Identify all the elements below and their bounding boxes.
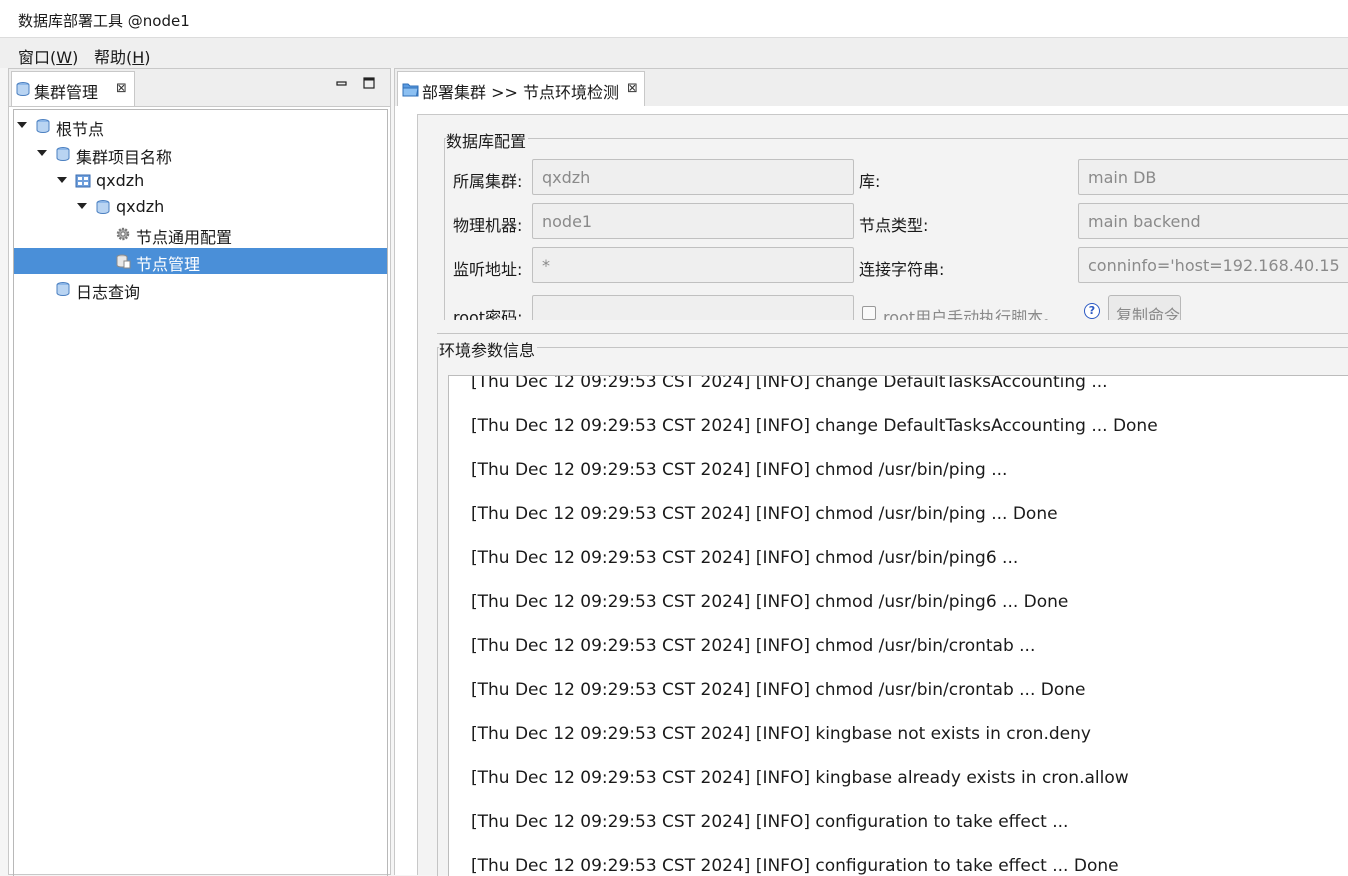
listen-address-field[interactable]: *	[532, 247, 854, 283]
group-border	[444, 138, 1348, 139]
machine-field[interactable]: node1	[532, 203, 854, 239]
tree-node-label: 集群项目名称	[76, 148, 173, 167]
lib-label: 库:	[859, 172, 881, 191]
menu-window[interactable]: 窗口(W)	[18, 44, 78, 68]
conn-string-label: 连接字符串:	[859, 260, 945, 279]
log-line: [Thu Dec 12 09:29:53 CST 2024] [INFO] ch…	[471, 680, 1086, 700]
menu-help-suffix: )	[144, 48, 151, 67]
env-check-form: 数据库配置 所属集群: qxdzh 库: main DB 物理机器: node1…	[417, 114, 1348, 876]
folder-icon	[402, 83, 419, 97]
menu-window-mnemonic: W	[56, 48, 73, 67]
node-type-field[interactable]: main backend	[1078, 203, 1348, 239]
tree-node-log-query[interactable]: 日志查询	[14, 276, 387, 302]
group-border	[444, 138, 445, 320]
tree-node-label: 节点管理	[136, 255, 201, 274]
menu-bar: 窗口(W) 帮助(H)	[0, 38, 1348, 68]
tree-node-label: qxdzh	[116, 197, 165, 216]
root-script-checkbox[interactable]	[862, 306, 876, 320]
log-line: [Thu Dec 12 09:29:53 CST 2024] [INFO] ch…	[471, 548, 1019, 568]
db-config-title: 数据库配置	[446, 128, 529, 152]
tree-node-project[interactable]: 集群项目名称	[14, 141, 387, 167]
env-info-title: 环境参数信息	[439, 337, 538, 361]
log-line: [Thu Dec 12 09:29:53 CST 2024] [INFO] ch…	[471, 416, 1158, 436]
expand-toggle-icon[interactable]	[77, 203, 87, 209]
log-line: [Thu Dec 12 09:29:53 CST 2024] [INFO] ch…	[471, 636, 1036, 656]
node-icon	[116, 254, 131, 269]
editor-panel: 数据库配置 所属集群: qxdzh 库: main DB 物理机器: node1…	[394, 106, 1348, 876]
log-line: [Thu Dec 12 09:29:53 CST 2024] [INFO] ch…	[471, 504, 1058, 524]
cluster-label: 所属集群:	[453, 172, 523, 191]
tree-node-label: 根节点	[56, 120, 105, 139]
cluster-tree: 根节点 集群项目名称 qxdzh qxdzh 节点通用配置 节点管理 日志查询	[13, 109, 388, 876]
editor-tabbar: 部署集群 >> 节点环境检测 ⊠	[394, 68, 1348, 107]
tab-cluster-management[interactable]: 集群管理 ⊠	[11, 71, 135, 107]
tree-node-node-management[interactable]: 节点管理	[14, 248, 387, 274]
close-icon[interactable]: ⊠	[116, 81, 127, 96]
env-log-textarea[interactable]: [Thu Dec 12 09:29:53 CST 2024] [INFO] ch…	[448, 375, 1348, 876]
group-border	[437, 347, 1348, 348]
root-password-field[interactable]	[532, 295, 854, 320]
expand-toggle-icon[interactable]	[17, 122, 27, 128]
cluster-icon	[75, 174, 91, 188]
menu-window-label: 窗口(	[18, 48, 57, 67]
database-icon	[36, 119, 50, 134]
log-line: [Thu Dec 12 09:29:53 CST 2024] [INFO] ch…	[471, 375, 1108, 392]
machine-label: 物理机器:	[453, 216, 523, 235]
divider	[437, 333, 1348, 334]
lib-field[interactable]: main DB	[1078, 159, 1348, 195]
copy-command-button[interactable]: 复制命令	[1108, 295, 1181, 320]
tab-node-env-check-label: 部署集群 >> 节点环境检测	[422, 83, 619, 102]
menu-window-suffix: )	[72, 48, 79, 67]
expand-toggle-icon[interactable]	[37, 150, 47, 156]
log-line: [Thu Dec 12 09:29:53 CST 2024] [INFO] co…	[471, 812, 1069, 832]
tree-node-cluster[interactable]: qxdzh	[14, 168, 387, 194]
listen-label: 监听地址:	[453, 260, 523, 279]
window-titlebar: 数据库部署工具 @node1	[0, 0, 1348, 38]
conn-string-field[interactable]: conninfo='host=192.168.40.15	[1078, 247, 1348, 283]
expand-toggle-icon[interactable]	[57, 177, 67, 183]
tab-node-env-check[interactable]: 部署集群 >> 节点环境检测 ⊠	[397, 71, 645, 107]
root-password-label: root密码:	[453, 308, 523, 320]
help-icon[interactable]: ?	[1084, 303, 1100, 319]
database-icon	[56, 147, 70, 162]
node-type-label: 节点类型:	[859, 216, 929, 235]
left-panel-tabbar: 集群管理 ⊠	[8, 68, 391, 107]
log-line: [Thu Dec 12 09:29:53 CST 2024] [INFO] ch…	[471, 460, 1008, 480]
tree-node-label: 节点通用配置	[136, 228, 233, 247]
menu-help-mnemonic: H	[132, 48, 145, 67]
tree-node-label: 日志查询	[76, 283, 141, 302]
minimize-icon[interactable]	[336, 77, 350, 91]
database-icon	[96, 200, 110, 215]
close-icon[interactable]: ⊠	[627, 81, 638, 96]
window-title: 数据库部署工具 @node1	[18, 12, 190, 30]
cluster-tree-panel: 根节点 集群项目名称 qxdzh qxdzh 节点通用配置 节点管理 日志查询	[8, 106, 391, 876]
tree-node-common-config[interactable]: 节点通用配置	[14, 221, 387, 247]
tree-node-label: qxdzh	[96, 171, 145, 190]
log-line: [Thu Dec 12 09:29:53 CST 2024] [INFO] ch…	[471, 592, 1069, 612]
cluster-field[interactable]: qxdzh	[532, 159, 854, 195]
database-icon	[16, 82, 30, 97]
menu-help-label: 帮助(	[94, 48, 133, 67]
log-line: [Thu Dec 12 09:29:53 CST 2024] [INFO] co…	[471, 856, 1119, 876]
maximize-icon[interactable]	[363, 77, 377, 91]
root-script-label: root用户手动执行脚本。	[883, 308, 1060, 320]
tab-cluster-management-label: 集群管理	[34, 83, 99, 102]
log-line: [Thu Dec 12 09:29:53 CST 2024] [INFO] ki…	[471, 724, 1091, 744]
tree-node-db[interactable]: qxdzh	[14, 194, 387, 220]
group-border	[437, 347, 438, 876]
gear-icon	[116, 227, 130, 241]
db-config-group: 数据库配置 所属集群: qxdzh 库: main DB 物理机器: node1…	[418, 115, 1348, 320]
log-line: [Thu Dec 12 09:29:53 CST 2024] [INFO] ki…	[471, 768, 1129, 788]
tree-node-root[interactable]: 根节点	[14, 113, 387, 139]
menu-help[interactable]: 帮助(H)	[94, 44, 151, 68]
database-icon	[56, 282, 70, 297]
